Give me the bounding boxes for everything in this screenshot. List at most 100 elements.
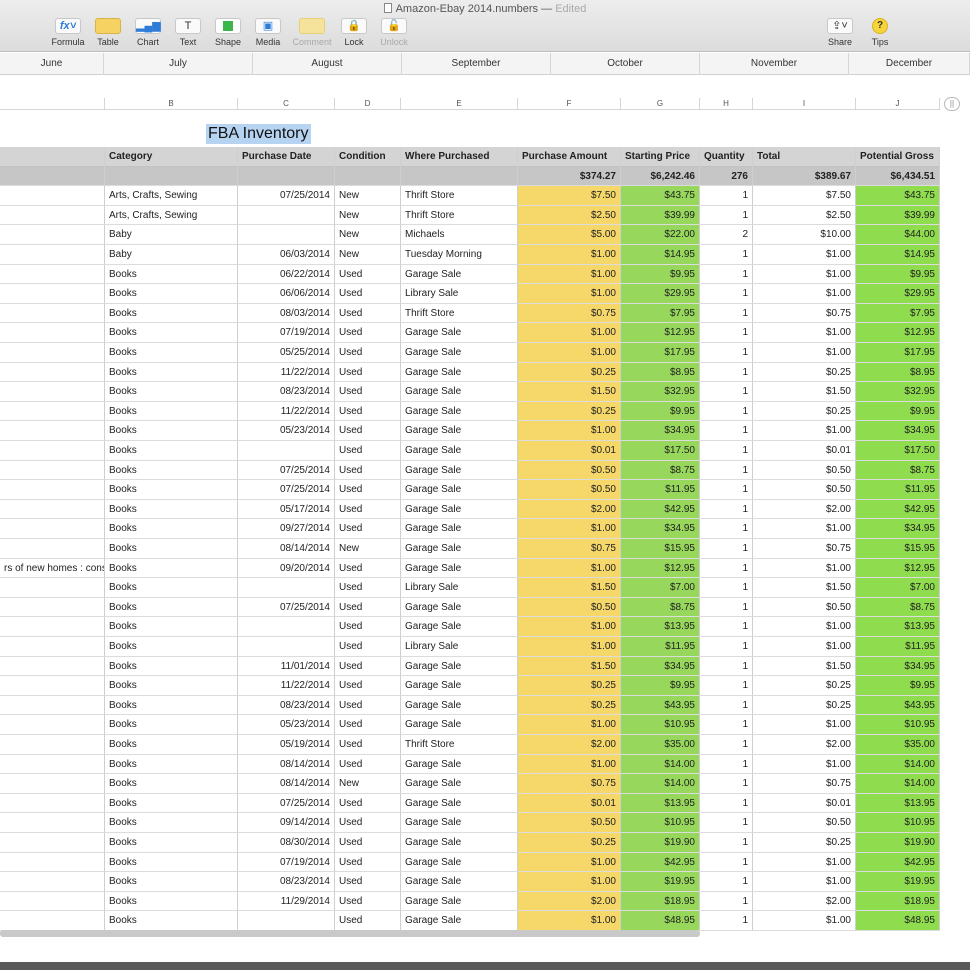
- table-cell[interactable]: Books: [105, 460, 238, 481]
- table-cell[interactable]: Used: [335, 421, 401, 441]
- table-cell[interactable]: Thrift Store: [401, 303, 518, 324]
- table-cell[interactable]: $18.95: [856, 891, 940, 912]
- table-cell[interactable]: Garage Sale: [401, 617, 518, 637]
- table-cell[interactable]: Used: [335, 833, 401, 853]
- table-cell[interactable]: Used: [335, 617, 401, 637]
- table-cell[interactable]: Used: [335, 891, 401, 912]
- table-cell[interactable]: [238, 911, 335, 931]
- table-cell[interactable]: Garage Sale: [401, 480, 518, 500]
- toolbar-tips-button[interactable]: ? Tips: [856, 18, 904, 47]
- table-cell[interactable]: $1.00: [518, 852, 621, 873]
- table-cell[interactable]: $0.25: [753, 833, 856, 853]
- table-cell[interactable]: [0, 362, 105, 383]
- table-cell[interactable]: Books: [105, 813, 238, 833]
- table-cell[interactable]: Books: [105, 539, 238, 559]
- table-cell[interactable]: Garage Sale: [401, 852, 518, 873]
- table-cell[interactable]: $34.95: [621, 656, 700, 677]
- table-cell[interactable]: 1: [700, 186, 753, 206]
- table-cell[interactable]: Garage Sale: [401, 676, 518, 696]
- table-cell[interactable]: $44.00: [856, 225, 940, 245]
- table-cell[interactable]: $1.00: [518, 911, 621, 931]
- table-cell[interactable]: Garage Sale: [401, 362, 518, 383]
- table-cell[interactable]: Books: [105, 656, 238, 677]
- table-cell[interactable]: $1.00: [518, 323, 621, 343]
- table-cell[interactable]: Books: [105, 441, 238, 461]
- column-letter[interactable]: I: [753, 98, 856, 110]
- table-cell[interactable]: 1: [700, 343, 753, 363]
- table-cell[interactable]: $1.00: [753, 323, 856, 343]
- table-cell[interactable]: [105, 166, 238, 187]
- table-cell[interactable]: $0.75: [518, 303, 621, 324]
- table-cell[interactable]: $0.25: [518, 401, 621, 422]
- table-cell[interactable]: Books: [105, 852, 238, 873]
- table-cell[interactable]: $8.75: [856, 597, 940, 618]
- table-cell[interactable]: Thrift Store: [401, 186, 518, 206]
- table-cell[interactable]: $1.00: [753, 519, 856, 539]
- table-cell[interactable]: [0, 441, 105, 461]
- table-cell[interactable]: 1: [700, 656, 753, 677]
- table-cell[interactable]: Books: [105, 284, 238, 304]
- table-cell[interactable]: [0, 833, 105, 853]
- table-cell[interactable]: [0, 519, 105, 539]
- table-cell[interactable]: Books: [105, 578, 238, 598]
- table-cell[interactable]: Thrift Store: [401, 205, 518, 226]
- table-cell[interactable]: [0, 186, 105, 206]
- table-cell[interactable]: $42.95: [621, 499, 700, 520]
- table-cell[interactable]: Books: [105, 891, 238, 912]
- table-cell[interactable]: $34.95: [856, 519, 940, 539]
- column-letter[interactable]: D: [335, 98, 401, 110]
- table-cell[interactable]: Used: [335, 284, 401, 304]
- table-cell[interactable]: Used: [335, 519, 401, 539]
- table-cell[interactable]: [0, 695, 105, 716]
- table-cell[interactable]: $1.00: [518, 637, 621, 657]
- table-cell[interactable]: 08/14/2014: [238, 754, 335, 775]
- table-cell[interactable]: $389.67: [753, 166, 856, 187]
- table-cell[interactable]: 1: [700, 519, 753, 539]
- table-cell[interactable]: 07/25/2014: [238, 480, 335, 500]
- table-cell[interactable]: Garage Sale: [401, 891, 518, 912]
- table-cell[interactable]: Books: [105, 519, 238, 539]
- table-cell[interactable]: Used: [335, 362, 401, 383]
- table-cell[interactable]: 08/23/2014: [238, 382, 335, 402]
- table-cell[interactable]: Books: [105, 715, 238, 735]
- table-cell[interactable]: $34.95: [621, 421, 700, 441]
- table-cell[interactable]: $1.00: [518, 264, 621, 285]
- table-cell[interactable]: Used: [335, 676, 401, 696]
- table-cell[interactable]: New: [335, 245, 401, 265]
- table-cell[interactable]: Library Sale: [401, 284, 518, 304]
- table-cell[interactable]: $1.50: [753, 578, 856, 598]
- month-label[interactable]: August: [253, 53, 402, 75]
- table-cell[interactable]: $0.01: [753, 441, 856, 461]
- table-cell[interactable]: Books: [105, 872, 238, 892]
- table-cell[interactable]: Used: [335, 382, 401, 402]
- table-cell[interactable]: 1: [700, 245, 753, 265]
- table-cell[interactable]: [0, 813, 105, 833]
- table-cell[interactable]: $1.00: [753, 872, 856, 892]
- table-cell[interactable]: $1.50: [753, 382, 856, 402]
- table-cell[interactable]: Garage Sale: [401, 813, 518, 833]
- table-cell[interactable]: [0, 617, 105, 637]
- table-cell[interactable]: $39.99: [856, 205, 940, 226]
- table-cell[interactable]: $0.01: [753, 793, 856, 814]
- table-cell[interactable]: $6,242.46: [621, 166, 700, 187]
- table-cell[interactable]: $42.95: [621, 852, 700, 873]
- table-cell[interactable]: Garage Sale: [401, 499, 518, 520]
- table-cell[interactable]: $13.95: [856, 793, 940, 814]
- table-cell[interactable]: $2.00: [518, 735, 621, 755]
- table-cell[interactable]: 1: [700, 637, 753, 657]
- table-cell[interactable]: Used: [335, 813, 401, 833]
- table-cell[interactable]: [335, 166, 401, 187]
- table-cell[interactable]: $1.00: [753, 911, 856, 931]
- table-cell[interactable]: $9.95: [856, 401, 940, 422]
- table-cell[interactable]: $1.00: [753, 558, 856, 579]
- table-cell[interactable]: 05/23/2014: [238, 715, 335, 735]
- table-cell[interactable]: [238, 637, 335, 657]
- table-cell[interactable]: Books: [105, 676, 238, 696]
- table-cell[interactable]: $0.25: [753, 401, 856, 422]
- table-cell[interactable]: Books: [105, 421, 238, 441]
- table-cell[interactable]: [238, 166, 335, 187]
- table-cell[interactable]: [0, 421, 105, 441]
- table-cell[interactable]: $7.95: [621, 303, 700, 324]
- table-cell[interactable]: 11/22/2014: [238, 401, 335, 422]
- table-cell[interactable]: $1.00: [518, 715, 621, 735]
